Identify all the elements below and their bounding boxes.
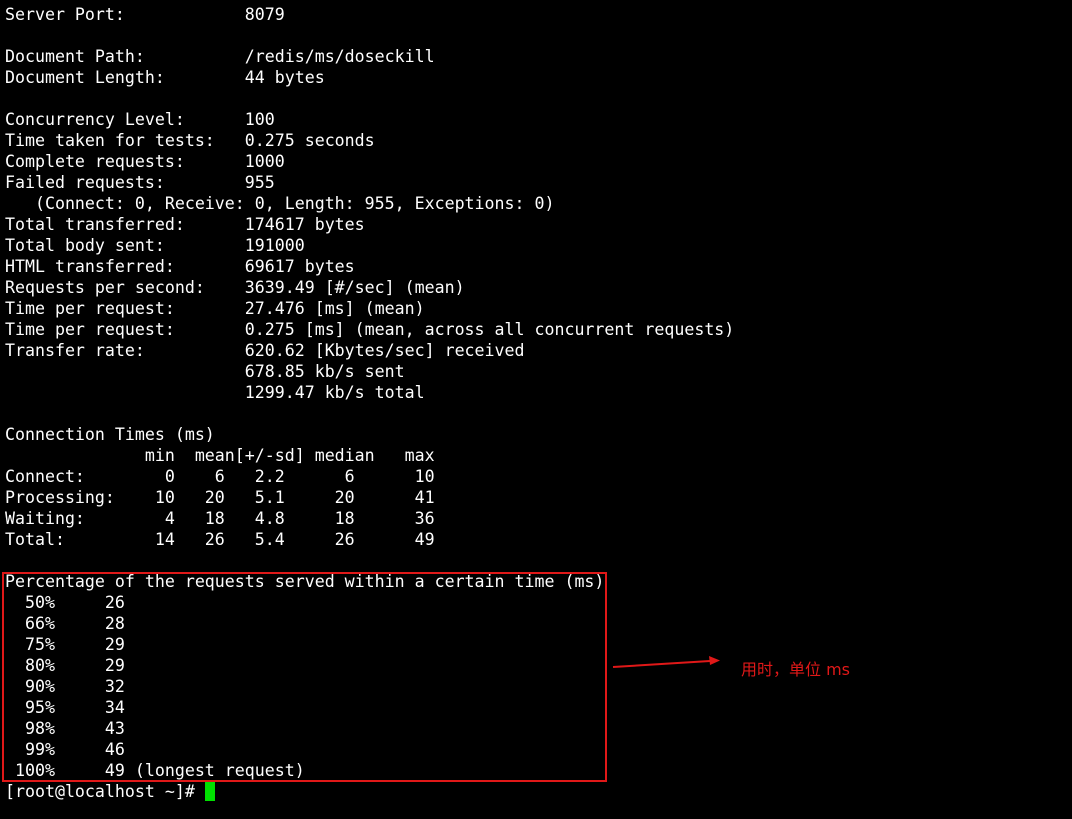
output-line: Total transferred: 174617 bytes [5,215,365,234]
output-line: min mean[+/-sd] median max [5,446,435,465]
output-line: Document Path: /redis/ms/doseckill [5,47,435,66]
output-line: Failed requests: 955 [5,173,275,192]
output-line: Total: 14 26 5.4 26 49 [5,530,435,549]
text-cursor [204,782,215,801]
output-line: (Connect: 0, Receive: 0, Length: 955, Ex… [5,194,555,213]
output-line: 1299.47 kb/s total [5,383,425,402]
percentile-highlight-box [2,572,607,782]
output-line: Total body sent: 191000 [5,236,305,255]
shell-prompt: [root@localhost ~]# [5,782,205,801]
output-line: 678.85 kb/s sent [5,362,405,381]
output-line: Complete requests: 1000 [5,152,285,171]
output-line: Waiting: 4 18 4.8 18 36 [5,509,435,528]
annotation-arrow-icon [612,656,720,668]
output-line: Document Length: 44 bytes [5,68,325,87]
output-line: Requests per second: 3639.49 [#/sec] (me… [5,278,465,297]
output-line: HTML transferred: 69617 bytes [5,257,355,276]
prompt-line[interactable]: [root@localhost ~]# [5,781,734,802]
output-line: Time taken for tests: 0.275 seconds [5,131,375,150]
output-line: Transfer rate: 620.62 [Kbytes/sec] recei… [5,341,525,360]
output-line: Time per request: 0.275 [ms] (mean, acro… [5,320,735,339]
output-line: Time per request: 27.476 [ms] (mean) [5,299,425,318]
annotation-label: 用时，单位 ms [741,660,851,679]
output-line: Connect: 0 6 2.2 6 10 [5,467,435,486]
output-line: Concurrency Level: 100 [5,110,275,129]
output-line: Processing: 10 20 5.1 20 41 [5,488,435,507]
output-line: Connection Times (ms) [5,425,215,444]
output-line: Server Port: 8079 [5,5,285,24]
